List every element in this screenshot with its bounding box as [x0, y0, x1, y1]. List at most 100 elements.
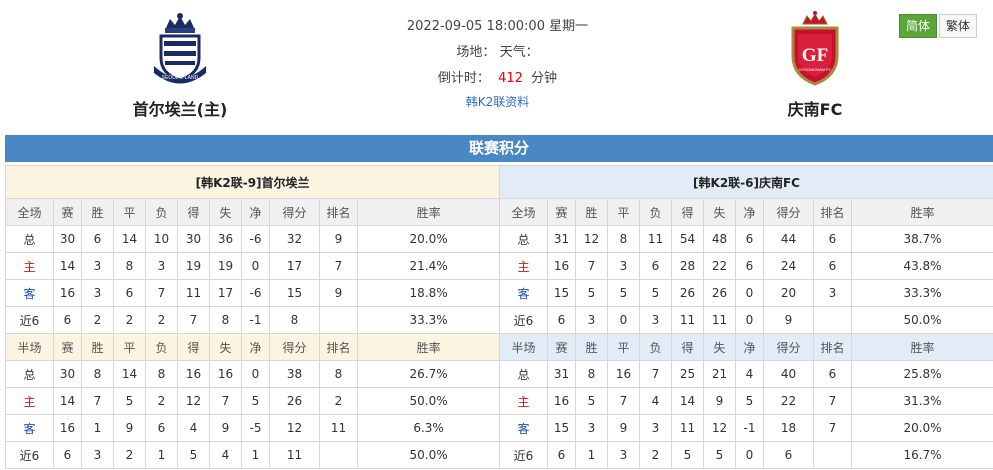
table-cell: 6.3% [356, 414, 501, 442]
table-cell: 10 [145, 225, 178, 253]
table-cell [813, 441, 852, 469]
table-cell: 20.0% [850, 414, 993, 442]
column-header: 失 [703, 333, 736, 361]
table-cell: 12 [177, 387, 210, 415]
away-team-name[interactable]: 庆南FC [715, 96, 915, 120]
table-row: 客 16 1 9 6 4 9 -5 12 11 6.3% [5, 414, 501, 442]
table-cell: 22 [763, 387, 814, 415]
table-cell: 8 [269, 306, 320, 334]
column-header-row: 全场赛胜平负得失净得分 排名 胜率 [499, 198, 993, 226]
home-standings-panel: [韩K2联-9]首尔埃兰 全场赛胜平负得失净得分 排名 胜率总 30 6 14 10 30 36-… [4, 165, 501, 469]
table-cell: 1 [575, 441, 608, 469]
table-cell: -6 [241, 225, 270, 253]
column-header: 失 [703, 198, 736, 226]
table-cell: 5 [703, 441, 736, 469]
table-cell: 16 [209, 360, 242, 388]
section-label: 半场 [499, 333, 548, 361]
column-header: 排名 [319, 198, 358, 226]
table-cell: 16 [53, 279, 82, 307]
home-team[interactable]: SEOUL E-LAND 首尔埃兰(主) [80, 0, 280, 119]
table-cell: 2 [113, 441, 146, 469]
section-label: 全场 [5, 198, 54, 226]
table-cell: 3 [81, 252, 114, 280]
table-cell: 5 [671, 441, 704, 469]
table-caption[interactable]: [韩K2联-9]首尔埃兰 [4, 165, 501, 199]
column-header: 胜 [81, 333, 114, 361]
column-header: 负 [145, 198, 178, 226]
table-cell: 17 [269, 252, 320, 280]
table-caption-row: [韩K2联-9]首尔埃兰 [4, 165, 501, 199]
row-label: 主 [499, 387, 548, 415]
table-cell: 7 [145, 279, 178, 307]
table-cell: 2 [145, 387, 178, 415]
table-row: 近6 6 3 0 3 11 11 0 9 50.0% [499, 306, 993, 334]
table-row: 近6 6 1 3 2 5 5 0 6 16.7% [499, 441, 993, 469]
table-row: 客 16 3 6 7 11 17 -6 15 9 18.8% [5, 279, 501, 307]
table-cell: 3 [575, 306, 608, 334]
column-header: 负 [639, 333, 672, 361]
table-cell: 8 [113, 252, 146, 280]
row-label: 客 [5, 414, 54, 442]
standings-table: [韩K2联-9]首尔埃兰 全场赛胜平负得失净得分 排名 胜率总 30 6 14 10 30 36-… [4, 165, 501, 469]
table-cell: 6 [547, 441, 576, 469]
table-row: 总 31 8 16 7 25 21 4 40 6 25.8% [499, 360, 993, 388]
table-cell: 26 [671, 279, 704, 307]
table-cell: 31 [547, 225, 576, 253]
table-cell: 50.0% [850, 306, 993, 334]
table-cell: -6 [241, 279, 270, 307]
table-cell: -1 [735, 414, 764, 442]
table-cell: 54 [671, 225, 704, 253]
countdown-value: 412 [498, 71, 523, 86]
table-cell: 33.3% [850, 279, 993, 307]
table-cell: 38 [269, 360, 320, 388]
column-header: 平 [607, 198, 640, 226]
row-label: 客 [499, 279, 548, 307]
table-cell: 1 [145, 441, 178, 469]
row-label: 主 [499, 252, 548, 280]
venue-label: 场地： [456, 45, 496, 60]
svg-text:GF: GF [802, 45, 828, 66]
table-cell: 0 [735, 279, 764, 307]
table-cell: 8 [607, 225, 640, 253]
table-cell: 9 [209, 414, 242, 442]
table-cell: 6 [763, 441, 814, 469]
table-cell: 17 [209, 279, 242, 307]
table-cell: 11 [269, 441, 320, 469]
table-row: 总 31 12 8 11 54 48 6 44 6 38.7% [499, 225, 993, 253]
league-info-link[interactable]: 韩K2联资料 [380, 92, 615, 112]
table-cell: 14 [53, 252, 82, 280]
table-cell: 7 [813, 387, 852, 415]
column-header-row: 半场赛胜平负得失净得分 排名 胜率 [5, 333, 501, 361]
table-cell: 8 [209, 306, 242, 334]
table-cell: 6 [639, 252, 672, 280]
table-caption[interactable]: [韩K2联-6]庆南FC [498, 165, 993, 199]
table-cell: 5 [639, 279, 672, 307]
table-cell: 2 [113, 306, 146, 334]
table-cell: 26 [269, 387, 320, 415]
column-header: 胜 [81, 198, 114, 226]
table-cell: 9 [703, 387, 736, 415]
venue-weather: 场地： 天气： [380, 40, 615, 66]
match-datetime: 2022-09-05 18:00:00 星期一 [406, 19, 589, 34]
away-team-logo-icon: GF GYEONGNAM FC [791, 11, 839, 86]
row-label: 近6 [499, 441, 548, 469]
row-label: 客 [5, 279, 54, 307]
table-cell: 3 [607, 441, 640, 469]
home-team-name[interactable]: 首尔埃兰(主) [80, 96, 280, 120]
table-cell: 0 [735, 306, 764, 334]
table-cell: 5 [735, 387, 764, 415]
column-header: 平 [113, 333, 146, 361]
table-cell: 6 [813, 360, 852, 388]
table-cell: 0 [241, 360, 270, 388]
table-cell: 28 [671, 252, 704, 280]
away-team[interactable]: GF GYEONGNAM FC 庆南FC [715, 0, 915, 119]
table-cell: 11 [177, 279, 210, 307]
table-cell: 16 [547, 387, 576, 415]
column-header: 得 [177, 333, 210, 361]
table-cell: 7 [319, 252, 358, 280]
table-cell: 11 [671, 414, 704, 442]
column-header: 胜 [575, 198, 608, 226]
table-cell: 2 [81, 306, 114, 334]
simplified-chinese-button[interactable]: 简体 [899, 14, 938, 38]
traditional-chinese-button[interactable]: 繁体 [939, 14, 978, 38]
